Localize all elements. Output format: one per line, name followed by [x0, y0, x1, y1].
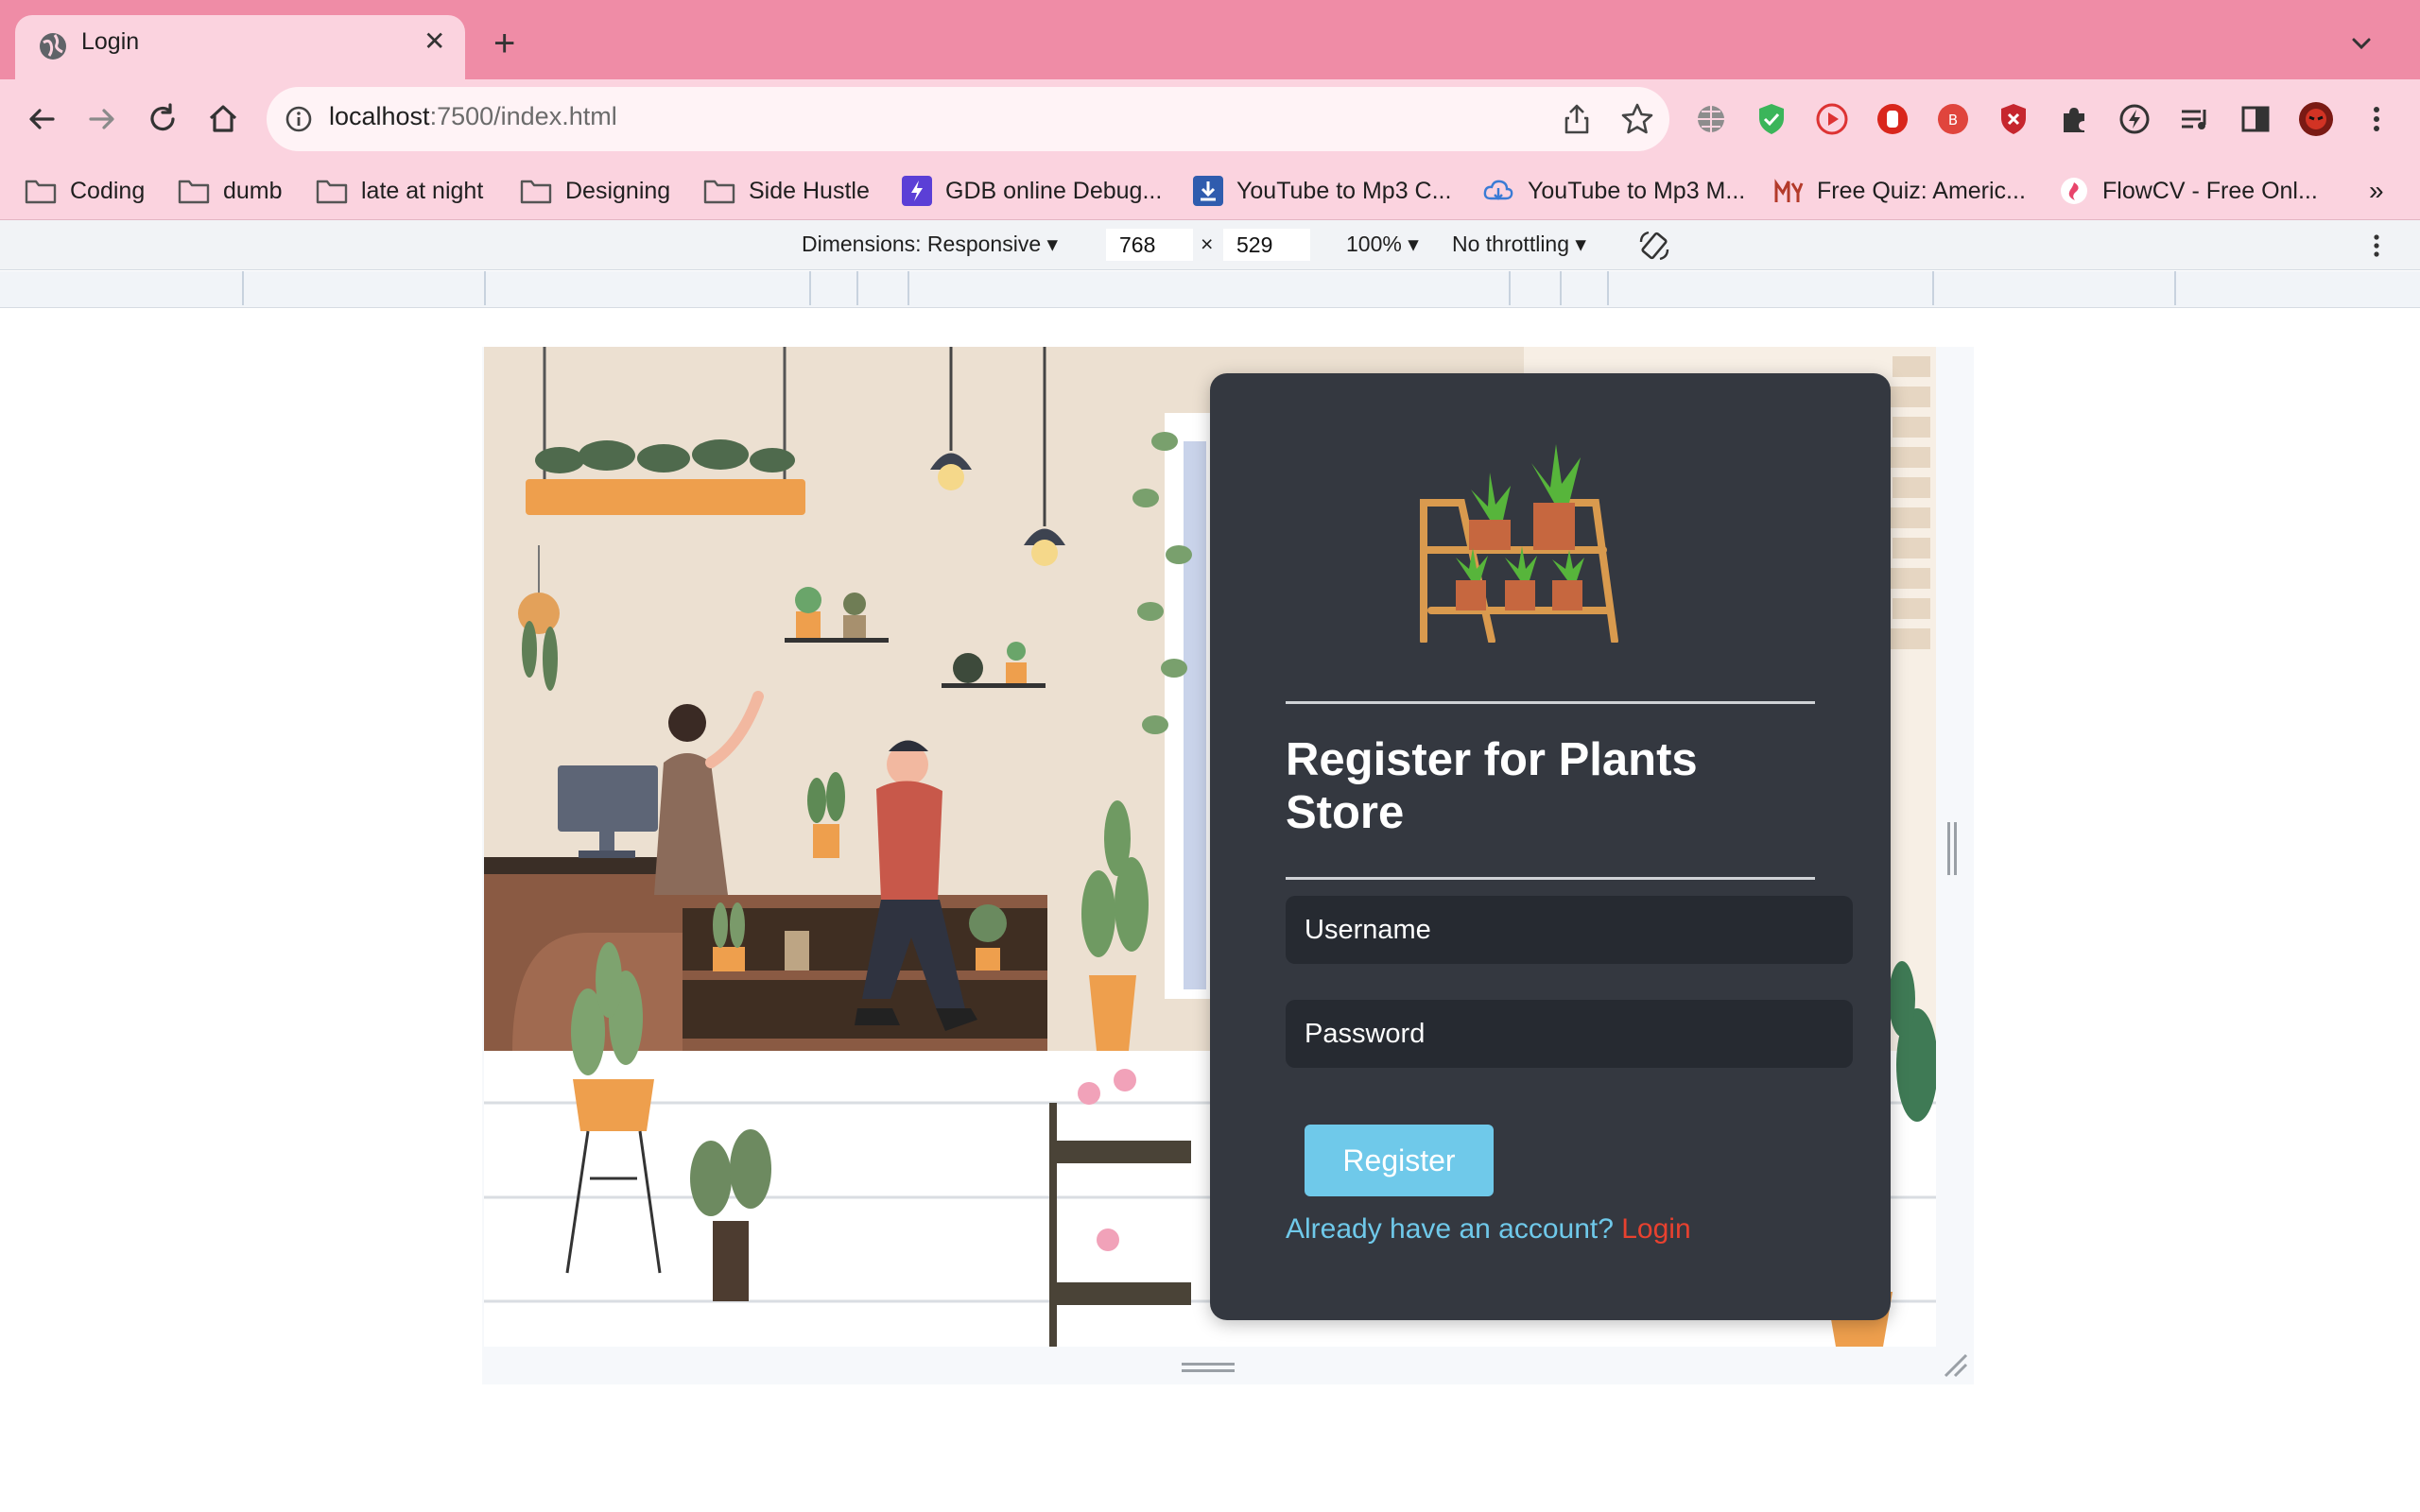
- folder-icon: [178, 180, 210, 204]
- plant-shelf-logo: [1420, 444, 1618, 643]
- zoom-dropdown[interactable]: 100% ▾: [1346, 232, 1419, 257]
- folder-icon: [703, 180, 735, 204]
- bookmark-label: Free Quiz: Americ...: [1817, 177, 2026, 204]
- bookmark-label: YouTube to Mp3 C...: [1236, 177, 1452, 204]
- url-text[interactable]: localhost:7500/index.html: [329, 102, 617, 131]
- bookmark-dumb[interactable]: dumb: [178, 174, 283, 208]
- throttling-dropdown[interactable]: No throttling ▾: [1452, 232, 1586, 257]
- register-title: Register for Plants Store: [1286, 734, 1698, 838]
- resize-handle-corner[interactable]: [1938, 1351, 1970, 1380]
- resize-handle-side[interactable]: [1945, 822, 1959, 875]
- bookmark-free-quiz[interactable]: Free Quiz: Americ...: [1773, 174, 2026, 208]
- times-sign: ×: [1201, 232, 1214, 256]
- bookmark-label: late at night: [361, 177, 484, 204]
- profile-avatar[interactable]: [2297, 100, 2335, 138]
- bookmark-side-hustle[interactable]: Side Hustle: [703, 174, 870, 208]
- ruler-tick: [908, 271, 909, 305]
- title-divider-bottom: [1286, 877, 1815, 880]
- bookmark-youtube-mp3-m[interactable]: YouTube to Mp3 M...: [1482, 174, 1745, 208]
- login-prompt: Already have an account? Login: [1286, 1213, 1691, 1246]
- login-prompt-text: Already have an account?: [1286, 1213, 1614, 1245]
- rotate-icon[interactable]: [1637, 229, 1671, 263]
- back-icon[interactable]: [21, 98, 62, 140]
- block-shield-icon[interactable]: [1995, 100, 2032, 138]
- home-icon[interactable]: [202, 98, 244, 140]
- title-divider-top: [1286, 701, 1815, 704]
- globe-icon: [40, 33, 66, 60]
- gdb-icon: [902, 176, 932, 206]
- svg-text:B: B: [1948, 112, 1958, 129]
- ruler-tick: [1509, 271, 1511, 305]
- password-field[interactable]: Password: [1286, 1000, 1853, 1068]
- media-query-ruler[interactable]: [0, 271, 2420, 308]
- youtube-extension-icon[interactable]: [1813, 100, 1851, 138]
- bookmark-label: Coding: [70, 177, 146, 204]
- ruler-tick: [484, 271, 486, 305]
- ruler-tick: [1932, 271, 1934, 305]
- info-icon[interactable]: [284, 104, 314, 134]
- side-panel-icon[interactable]: [2237, 100, 2274, 138]
- bookmark-coding[interactable]: Coding: [25, 174, 145, 208]
- dimensions-label: Dimensions: Responsive: [802, 232, 1042, 256]
- folder-icon: [25, 180, 57, 204]
- tab-close-button[interactable]: ✕: [424, 28, 445, 55]
- download-icon: [1193, 176, 1223, 206]
- bookmarks-overflow-button[interactable]: »: [2369, 174, 2384, 208]
- tab-title: Login: [81, 28, 140, 55]
- menu-kebab-icon[interactable]: [2358, 100, 2395, 138]
- shield-check-icon[interactable]: [1753, 100, 1790, 138]
- height-input[interactable]: 529: [1223, 229, 1310, 261]
- bookmark-label: Side Hustle: [749, 177, 870, 204]
- zoom-label: 100%: [1346, 232, 1402, 256]
- width-input[interactable]: 768: [1106, 229, 1193, 261]
- star-icon[interactable]: [1618, 100, 1656, 138]
- folder-icon: [316, 180, 348, 204]
- bookmark-label: dumb: [223, 177, 283, 204]
- dimensions-dropdown[interactable]: Dimensions: Responsive ▾: [802, 232, 1058, 257]
- reload-icon[interactable]: [142, 98, 183, 140]
- login-link[interactable]: Login: [1621, 1213, 1690, 1245]
- bookmark-designing[interactable]: Designing: [520, 174, 670, 208]
- ruler-tick: [242, 271, 244, 305]
- bookmark-flowcv[interactable]: FlowCV - Free Onl...: [2059, 174, 2318, 208]
- cloud-download-icon: [1483, 180, 1513, 200]
- ruler-tick: [2174, 271, 2176, 305]
- globe-extension-icon[interactable]: [1692, 100, 1730, 138]
- register-button[interactable]: Register: [1305, 1125, 1494, 1196]
- bookmark-label: GDB online Debug...: [945, 177, 1163, 204]
- new-tab-button[interactable]: +: [493, 25, 515, 62]
- bookmark-label: Designing: [565, 177, 671, 204]
- flowcv-icon: [2061, 178, 2087, 204]
- throttling-label: No throttling: [1452, 232, 1570, 256]
- caret-down-icon: ▾: [1046, 232, 1059, 256]
- bookmark-gdb[interactable]: GDB online Debug...: [902, 174, 1162, 208]
- hand-stop-icon[interactable]: [1874, 100, 1911, 138]
- b-extension-icon[interactable]: B: [1934, 100, 1972, 138]
- bookmark-label: YouTube to Mp3 M...: [1528, 177, 1746, 204]
- devtools-more-icon[interactable]: [2361, 231, 2392, 261]
- bookmark-label: FlowCV - Free Onl...: [2102, 177, 2318, 204]
- username-field[interactable]: Username: [1286, 896, 1853, 964]
- forward-icon[interactable]: [81, 98, 123, 140]
- folder-icon: [520, 180, 552, 204]
- extensions-puzzle-icon[interactable]: [2055, 100, 2093, 138]
- ruler-tick: [1607, 271, 1609, 305]
- caret-down-icon: ▾: [1408, 232, 1419, 256]
- quiz-icon: [1774, 179, 1804, 202]
- ruler-tick: [809, 271, 811, 305]
- lightning-extension-icon[interactable]: [2116, 100, 2153, 138]
- ruler-tick: [1560, 271, 1562, 305]
- chevron-down-icon[interactable]: [2346, 28, 2377, 59]
- bookmark-late-at-night[interactable]: late at night: [316, 174, 483, 208]
- share-icon[interactable]: [1558, 100, 1596, 138]
- media-queue-icon[interactable]: [2176, 100, 2214, 138]
- bookmark-youtube-mp3-c[interactable]: YouTube to Mp3 C...: [1193, 174, 1451, 208]
- caret-down-icon: ▾: [1575, 232, 1586, 256]
- resize-handle-bottom[interactable]: [1182, 1361, 1235, 1374]
- ruler-tick: [856, 271, 858, 305]
